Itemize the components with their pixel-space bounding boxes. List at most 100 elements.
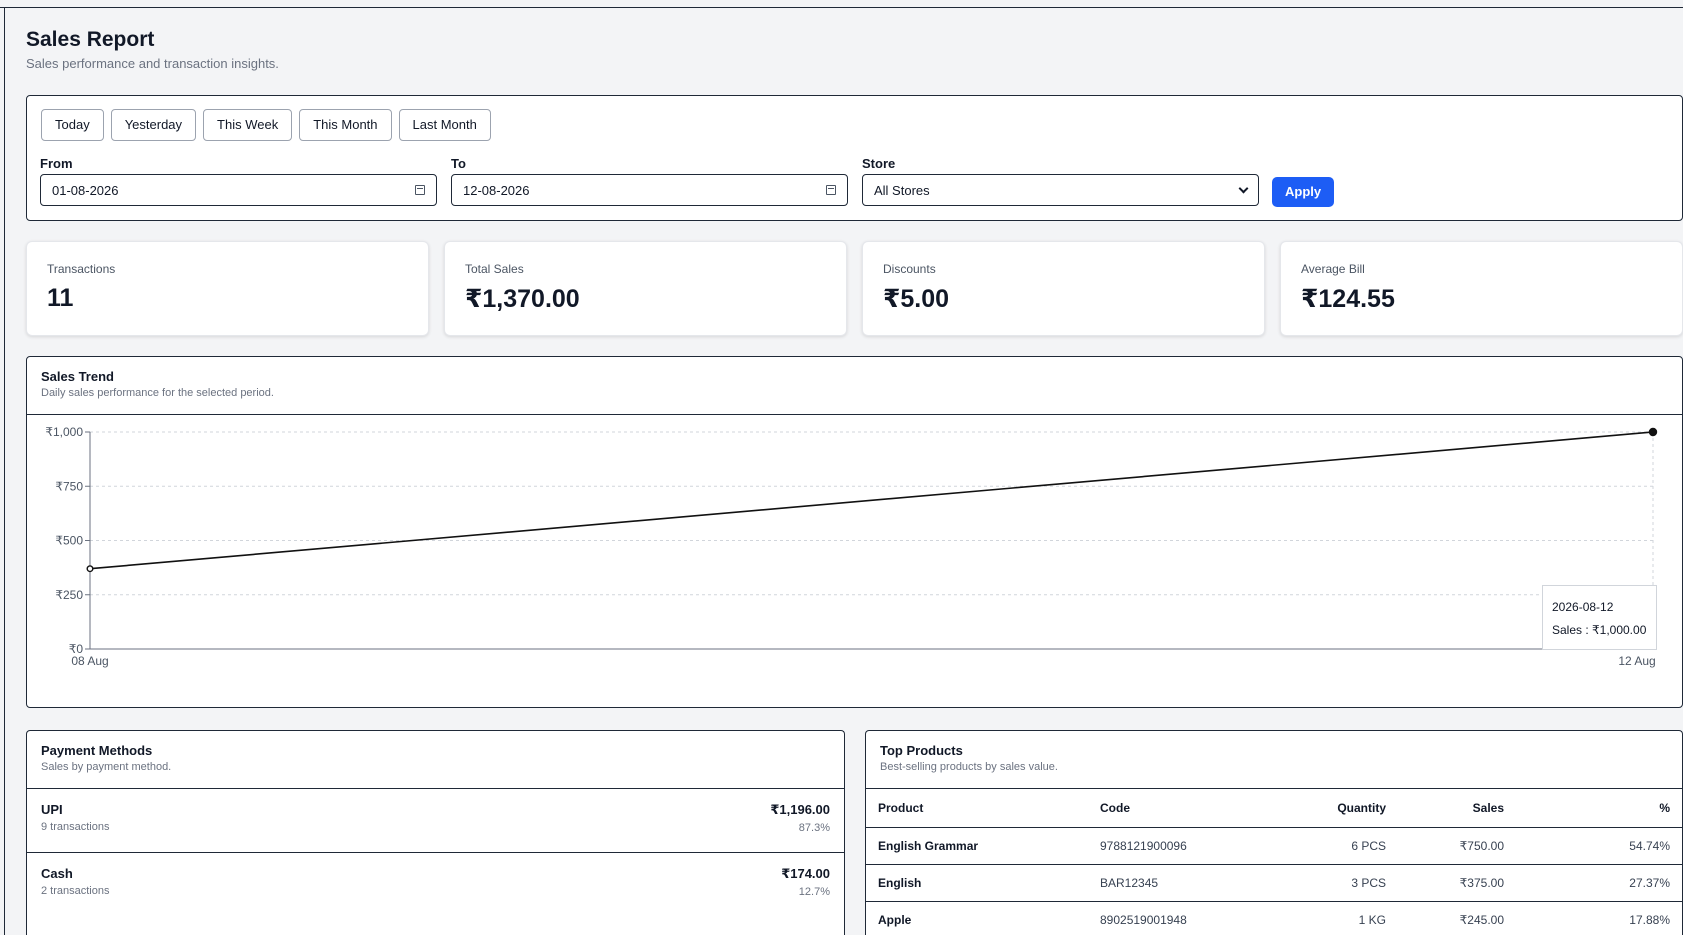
- from-date-value: 01-08-2026: [52, 182, 119, 198]
- stat-label: Transactions: [47, 262, 116, 276]
- data-point: [1648, 427, 1658, 437]
- payment-count: 9 transactions: [41, 821, 110, 833]
- top-border: [0, 7, 1683, 8]
- cell-code: 8902519001948: [1088, 901, 1238, 935]
- stat-card-transactions: Transactions 11: [26, 241, 429, 336]
- filter-panel: Today Yesterday This Week This Month Las…: [26, 95, 1683, 221]
- payment-methods-panel: Payment Methods Sales by payment method.…: [26, 730, 845, 935]
- x-tick-label: 12 Aug: [1618, 654, 1655, 668]
- from-date-input[interactable]: 01-08-2026: [40, 174, 437, 206]
- list-item: Cash 2 transactions ₹174.00 12.7%: [27, 853, 844, 917]
- payment-percent: 12.7%: [798, 886, 830, 898]
- stat-card-discounts: Discounts ₹5.00: [862, 241, 1265, 336]
- list-item: UPI 9 transactions ₹1,196.00 87.3%: [27, 789, 844, 853]
- store-label: Store: [862, 156, 896, 171]
- today-button[interactable]: Today: [41, 109, 104, 141]
- store-select-value: All Stores: [874, 182, 930, 198]
- chevron-down-icon: [1238, 183, 1249, 193]
- this-week-button[interactable]: This Week: [203, 109, 293, 141]
- to-label: To: [451, 156, 466, 171]
- cell-product: Apple: [866, 901, 1088, 935]
- sales-trend-chart[interactable]: ₹0₹250₹500₹750₹1,00008 Aug 12 Aug: [27, 415, 1682, 707]
- store-select[interactable]: All Stores: [862, 174, 1259, 206]
- cell-product: English Grammar: [866, 827, 1088, 865]
- chart-tooltip: 2026-08-12 Sales : ₹1,000.00: [1542, 585, 1657, 650]
- payment-name: Cash: [41, 866, 73, 881]
- to-group: To 12-08-2026: [451, 156, 848, 206]
- cell-code: BAR12345: [1088, 864, 1238, 902]
- column-header-sales[interactable]: Sales: [1398, 789, 1516, 828]
- y-tick-label: ₹750: [55, 479, 83, 493]
- column-header-product[interactable]: Product: [866, 789, 1088, 828]
- table-row: English Grammar 9788121900096 6 PCS ₹750…: [866, 827, 1682, 865]
- page-title: Sales Report: [26, 28, 155, 51]
- stat-value: ₹124.55: [1301, 285, 1395, 313]
- column-header-code[interactable]: Code: [1088, 789, 1238, 828]
- stat-card-total-sales: Total Sales ₹1,370.00: [444, 241, 847, 336]
- x-tick-label: 08 Aug: [71, 654, 108, 668]
- stat-value: ₹1,370.00: [465, 285, 580, 313]
- payment-amount: ₹1,196.00: [770, 802, 830, 817]
- table-row: Apple 8902519001948 1 KG ₹245.00 17.88%: [866, 901, 1682, 935]
- cell-product: English: [866, 864, 1088, 902]
- panel-subtitle: Daily sales performance for the selected…: [41, 387, 274, 399]
- table-header-row: Product Code Quantity Sales %: [866, 789, 1682, 828]
- data-point: [86, 565, 94, 573]
- panel-title: Sales Trend: [41, 369, 114, 384]
- stat-value: 11: [47, 284, 74, 312]
- panel-header: Top Products Best-selling products by sa…: [866, 731, 1682, 789]
- cell-sales: ₹375.00: [1398, 864, 1516, 902]
- table-row: English BAR12345 3 PCS ₹375.00 27.37%: [866, 864, 1682, 902]
- cell-percent: 27.37%: [1516, 864, 1682, 902]
- from-group: From 01-08-2026: [40, 156, 437, 206]
- left-border: [4, 7, 5, 935]
- column-header-percent[interactable]: %: [1516, 789, 1682, 828]
- panel-title: Payment Methods: [41, 743, 153, 758]
- page-subtitle: Sales performance and transaction insigh…: [26, 56, 279, 71]
- panel-header: Sales Trend Daily sales performance for …: [27, 357, 1682, 415]
- payment-name: UPI: [41, 802, 63, 817]
- cell-sales: ₹245.00: [1398, 901, 1516, 935]
- cell-sales: ₹750.00: [1398, 827, 1516, 865]
- calendar-icon[interactable]: [415, 185, 425, 195]
- cell-quantity: 1 KG: [1238, 901, 1398, 935]
- to-date-input[interactable]: 12-08-2026: [451, 174, 848, 206]
- tooltip-date: 2026-08-12: [1552, 600, 1614, 614]
- page-header: Sales Report Sales performance and trans…: [26, 28, 1683, 71]
- cell-percent: 17.88%: [1516, 901, 1682, 935]
- payment-percent: 87.3%: [798, 822, 830, 834]
- stat-card-average-bill: Average Bill ₹124.55: [1280, 241, 1683, 336]
- products-table: Product Code Quantity Sales % English Gr…: [866, 789, 1682, 935]
- from-label: From: [40, 156, 73, 171]
- this-month-button[interactable]: This Month: [299, 109, 392, 141]
- top-products-panel: Top Products Best-selling products by sa…: [865, 730, 1683, 935]
- to-date-value: 12-08-2026: [463, 182, 530, 198]
- yesterday-button[interactable]: Yesterday: [110, 109, 197, 141]
- sales-trend-panel: Sales Trend Daily sales performance for …: [26, 356, 1683, 708]
- last-month-button[interactable]: Last Month: [398, 109, 491, 141]
- y-tick-label: ₹500: [55, 534, 83, 548]
- panel-header: Payment Methods Sales by payment method.: [27, 731, 844, 789]
- cell-quantity: 6 PCS: [1238, 827, 1398, 865]
- payment-count: 2 transactions: [41, 885, 110, 897]
- panel-subtitle: Sales by payment method.: [41, 761, 172, 773]
- payment-amount: ₹174.00: [781, 866, 830, 881]
- tooltip-value: Sales : ₹1,000.00: [1552, 623, 1647, 637]
- cell-percent: 54.74%: [1516, 827, 1682, 865]
- stat-value: ₹5.00: [883, 285, 950, 313]
- apply-button[interactable]: Apply: [1272, 177, 1335, 207]
- column-header-quantity[interactable]: Quantity: [1238, 789, 1398, 828]
- stat-label: Total Sales: [465, 262, 524, 276]
- series-line: [89, 431, 1654, 570]
- panel-title: Top Products: [880, 743, 963, 758]
- y-tick-label: ₹1,000: [45, 425, 83, 439]
- panel-subtitle: Best-selling products by sales value.: [880, 761, 1058, 773]
- stat-label: Average Bill: [1301, 262, 1365, 276]
- cell-quantity: 3 PCS: [1238, 864, 1398, 902]
- y-tick-label: ₹250: [55, 588, 83, 602]
- quick-range-buttons: Today Yesterday This Week This Month Las…: [41, 109, 491, 141]
- calendar-icon[interactable]: [826, 185, 836, 195]
- cell-code: 9788121900096: [1088, 827, 1238, 865]
- store-group: Store All Stores: [862, 156, 1259, 206]
- stat-label: Discounts: [883, 262, 936, 276]
